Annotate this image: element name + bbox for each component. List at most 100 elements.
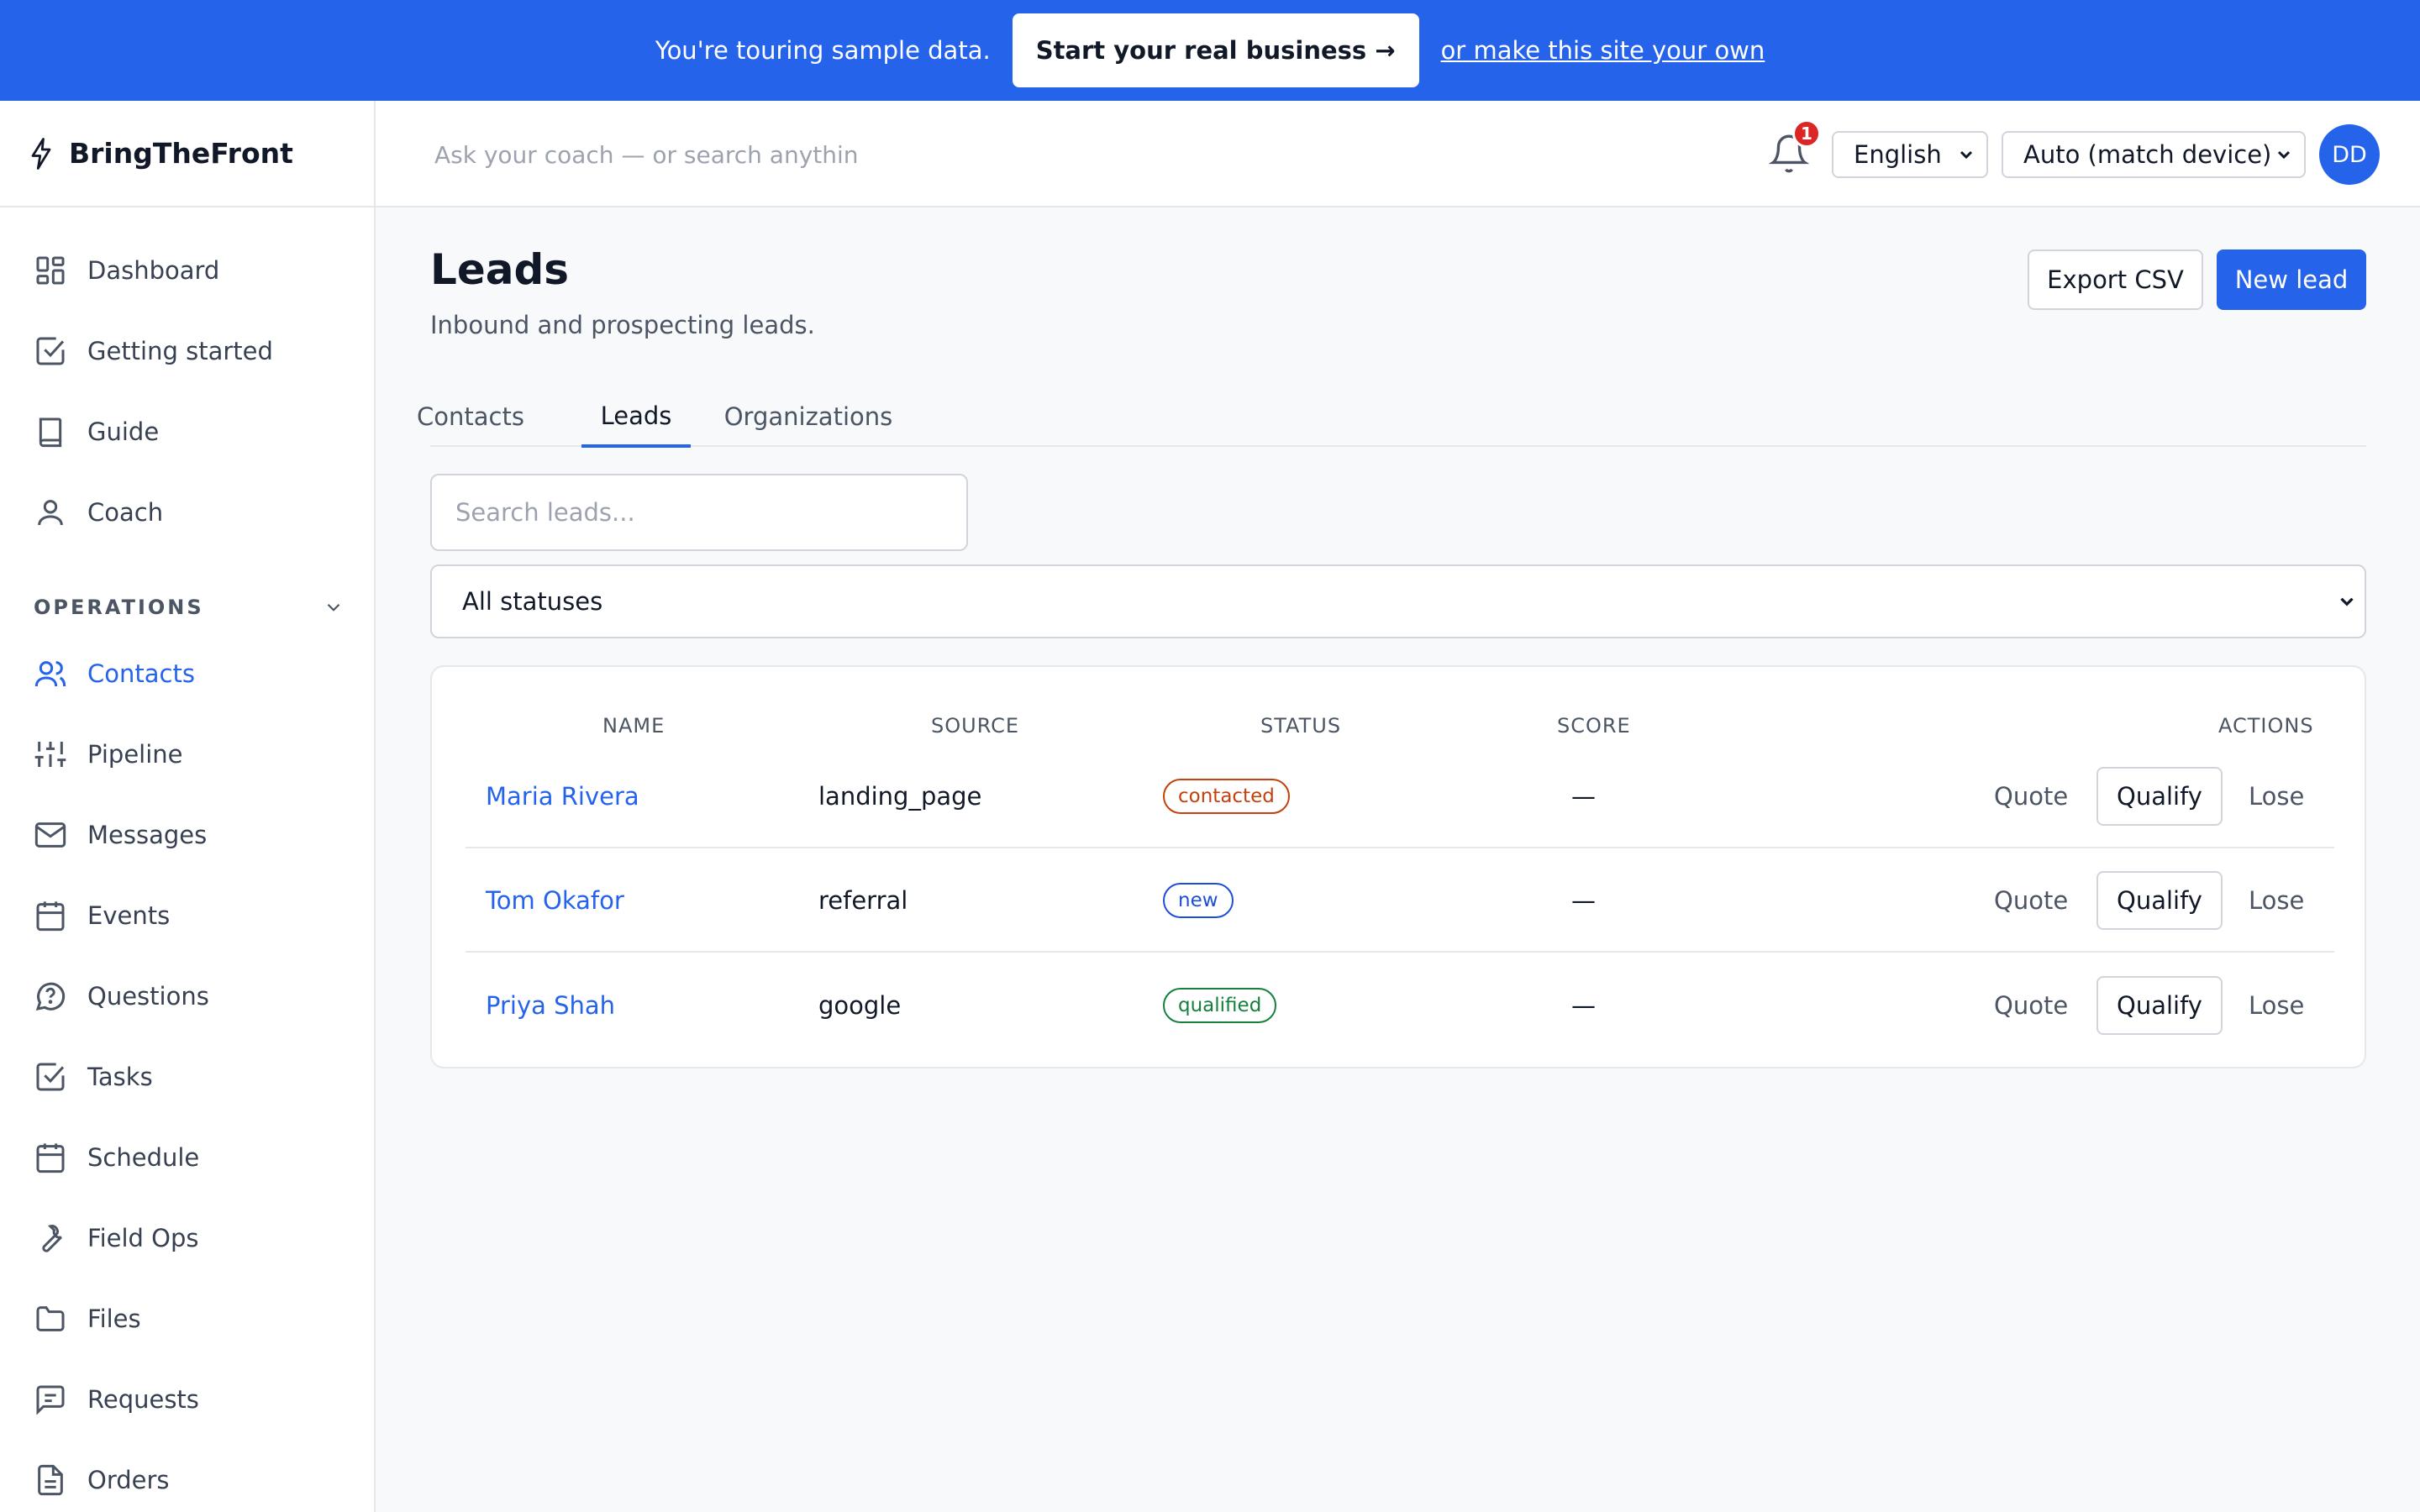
column-header-name: NAME <box>602 714 666 738</box>
sidebar-item-getting-started[interactable]: Getting started <box>34 326 273 376</box>
language-value: English <box>1854 140 1942 169</box>
sidebar-item-messages[interactable]: Messages <box>34 810 207 860</box>
question-bubble-icon <box>35 982 66 1011</box>
avatar[interactable]: DD <box>2319 124 2380 185</box>
column-header-actions: ACTIONS <box>2218 714 2314 738</box>
page-subtitle: Inbound and prospecting leads. <box>430 311 815 339</box>
qualify-button[interactable]: Qualify <box>2096 767 2223 826</box>
tab-organizations[interactable]: Organizations <box>714 386 902 447</box>
operations-section-toggle[interactable]: OPERATIONS <box>34 591 345 624</box>
status-filter-select[interactable]: All statuses <box>430 564 2366 638</box>
document-icon <box>38 1464 63 1496</box>
column-header-status: STATUS <box>1260 714 1342 738</box>
lose-button[interactable]: Lose <box>2249 991 2304 1020</box>
sidebar-item-label: Guide <box>87 417 160 446</box>
sidebar-item-label: Schedule <box>87 1143 200 1172</box>
section-label: OPERATIONS <box>34 596 204 619</box>
sidebar-item-coach[interactable]: Coach <box>34 487 163 538</box>
banner-text: You're touring sample data. <box>655 36 991 65</box>
notification-badge: 1 <box>1792 119 1821 148</box>
checkbox-icon <box>36 337 65 365</box>
sidebar-item-contacts[interactable]: Contacts <box>34 648 195 699</box>
lose-button[interactable]: Lose <box>2249 782 2304 811</box>
column-header-score: SCORE <box>1557 714 1631 738</box>
wrench-icon <box>42 1225 62 1252</box>
lead-score: — <box>1571 782 1596 811</box>
page-title: Leads <box>430 245 570 294</box>
quote-button[interactable]: Quote <box>1994 782 2068 811</box>
chevron-down-icon <box>2340 597 2354 606</box>
sidebar-item-label: Questions <box>87 982 209 1011</box>
sidebar-item-label: Getting started <box>87 337 273 365</box>
tab-leads[interactable]: Leads <box>581 386 691 448</box>
chevron-down-icon <box>1960 150 1973 160</box>
chevron-down-icon <box>327 603 340 612</box>
sidebar-item-dashboard[interactable]: Dashboard <box>34 245 219 296</box>
top-header: 1 English Auto (match device) DD <box>376 101 2420 207</box>
table-row: Priya Shah google qualified — Quote Qual… <box>466 954 2334 1057</box>
sidebar-item-label: Field Ops <box>87 1224 199 1252</box>
lead-name-link[interactable]: Maria Rivera <box>486 782 639 811</box>
sidebar-item-schedule[interactable]: Schedule <box>34 1132 199 1183</box>
lead-name-link[interactable]: Priya Shah <box>486 991 615 1020</box>
sidebar-item-label: Dashboard <box>87 256 220 285</box>
sidebar-item-label: Coach <box>87 498 164 527</box>
lose-button[interactable]: Lose <box>2249 886 2304 915</box>
make-site-own-link[interactable]: or make this site your own <box>1441 36 1765 65</box>
lead-source: google <box>818 991 902 1020</box>
sidebar-item-label: Contacts <box>87 659 195 688</box>
sidebar-item-events[interactable]: Events <box>34 890 170 941</box>
sidebar-item-questions[interactable]: Questions <box>34 971 209 1021</box>
status-badge: contacted <box>1163 779 1290 814</box>
sidebar-item-label: Orders <box>87 1466 170 1494</box>
sidebar-item-field-ops[interactable]: Field Ops <box>34 1213 199 1263</box>
sidebar-item-label: Files <box>87 1305 141 1333</box>
coach-search-input[interactable] <box>434 134 905 175</box>
lead-score: — <box>1571 991 1596 1020</box>
checkbox-icon <box>36 1063 65 1091</box>
sidebar-item-label: Events <box>87 901 171 930</box>
search-leads-input[interactable] <box>430 474 968 551</box>
quote-button[interactable]: Quote <box>1994 886 2068 915</box>
user-icon <box>38 500 63 526</box>
sidebar-item-pipeline[interactable]: Pipeline <box>34 729 183 780</box>
qualify-button[interactable]: Qualify <box>2096 871 2223 930</box>
sidebar-item-label: Pipeline <box>87 740 183 769</box>
quote-button[interactable]: Quote <box>1994 991 2068 1020</box>
message-square-icon <box>36 1385 65 1415</box>
language-select[interactable]: English <box>1832 131 1988 178</box>
sidebar-item-orders[interactable]: Orders <box>34 1455 170 1505</box>
sliders-icon <box>34 742 66 767</box>
users-icon <box>34 661 66 687</box>
demo-banner: You're touring sample data. Start your r… <box>0 0 2420 101</box>
leads-table: NAME SOURCE STATUS SCORE ACTIONS Maria R… <box>430 665 2366 1068</box>
dashboard-icon <box>36 256 65 285</box>
sidebar: BringTheFront Dashboard Getting started … <box>0 101 376 1512</box>
theme-select[interactable]: Auto (match device) <box>2002 131 2306 178</box>
sidebar-item-files[interactable]: Files <box>34 1294 141 1344</box>
sidebar-item-label: Requests <box>87 1385 199 1414</box>
brand-name: BringTheFront <box>69 137 293 170</box>
tab-contacts[interactable]: Contacts <box>417 386 524 447</box>
calendar-icon <box>36 1143 65 1173</box>
tab-bar: Contacts Leads Organizations <box>417 386 2366 448</box>
calendar-icon <box>36 901 65 932</box>
sidebar-item-tasks[interactable]: Tasks <box>34 1052 153 1102</box>
brand[interactable]: BringTheFront <box>0 101 374 207</box>
sidebar-item-requests[interactable]: Requests <box>34 1374 199 1425</box>
lead-score: — <box>1571 886 1596 915</box>
status-badge: qualified <box>1163 988 1277 1023</box>
lead-name-link[interactable]: Tom Okafor <box>486 886 624 915</box>
bolt-icon <box>31 137 51 170</box>
mail-icon <box>34 822 66 848</box>
sidebar-item-label: Tasks <box>87 1063 153 1091</box>
export-csv-button[interactable]: Export CSV <box>2028 249 2203 310</box>
sidebar-item-guide[interactable]: Guide <box>34 407 159 457</box>
qualify-button[interactable]: Qualify <box>2096 976 2223 1035</box>
start-business-button[interactable]: Start your real business → <box>1012 13 1419 87</box>
new-lead-button[interactable]: New lead <box>2217 249 2366 310</box>
sidebar-item-label: Messages <box>87 821 208 849</box>
column-header-source: SOURCE <box>931 714 1020 738</box>
theme-value: Auto (match device) <box>2023 140 2272 169</box>
folder-icon <box>36 1306 65 1331</box>
